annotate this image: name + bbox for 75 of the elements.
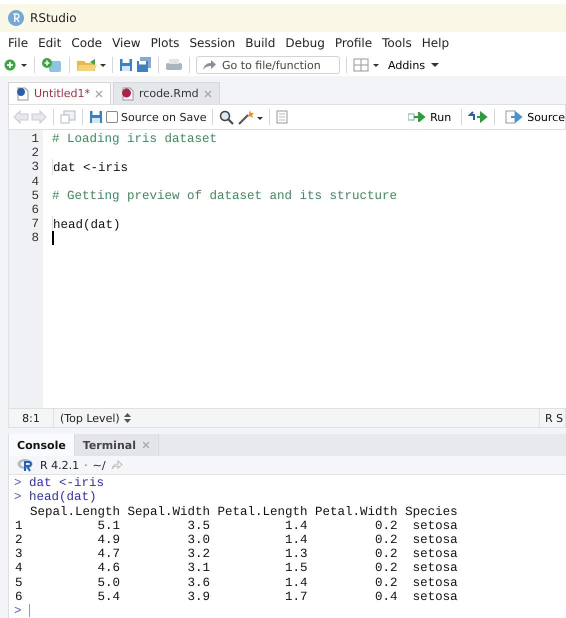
close-icon[interactable] [142,441,150,449]
magic-wand-icon[interactable] [237,109,264,125]
share-arrow-icon[interactable] [110,460,123,470]
menu-item[interactable]: Edit [34,36,66,50]
line-number: 7 [30,217,40,232]
line-number: 2 [30,146,40,160]
addins-button[interactable]: Addins [384,58,444,72]
working-directory: ~/ [92,458,106,472]
console-output: 1 5.1 3.5 1.4 0.2 setosa [14,518,458,533]
close-icon[interactable] [204,90,212,98]
r-version: R 4.2.1 [40,458,80,472]
source-on-save-checkbox[interactable]: Source on Save [106,110,206,124]
show-in-window-icon[interactable] [60,110,76,124]
menu-item[interactable]: Build [241,36,280,50]
console-prompt: > [13,490,23,504]
menu-item[interactable]: Session [185,36,240,50]
go-to-file-field[interactable]: Go to file/function [196,56,340,74]
cursor-position: 8:1 [9,409,54,427]
console-tab[interactable]: Terminal [74,434,159,456]
console-tab[interactable]: Console [9,434,75,456]
r-file-icon [16,86,29,100]
run-button[interactable]: Run [404,110,456,124]
console-output: 6 5.4 3.9 1.7 0.4 setosa [14,590,458,604]
menu-item[interactable]: Code [67,36,106,50]
save-icon[interactable] [119,58,133,72]
code-comment: # Loading iris dataset [52,132,218,146]
console-output: 2 4.9 3.0 1.4 0.2 setosa [14,532,458,547]
console-output: 3 4.7 3.2 1.3 0.2 setosa [14,547,458,562]
menu-item[interactable]: Help [418,36,454,50]
window-title: RStudio [30,11,77,25]
new-file-icon[interactable] [4,58,28,72]
menu-item[interactable]: Profile [330,36,376,50]
menu-item[interactable]: Debug [281,36,329,50]
console-command-text: head(dat) [29,490,97,504]
rmd-file-icon [121,86,134,100]
editor-tab[interactable]: rcode.Rmd [113,82,220,104]
document-outline-icon[interactable] [276,110,288,124]
console-prompt: > [13,476,23,490]
menu-item[interactable]: View [108,36,145,50]
rerun-icon[interactable] [468,111,488,123]
source-button[interactable]: Source [501,110,565,124]
line-number: 6 [30,203,40,218]
line-number: 5 [30,188,40,203]
open-folder-icon[interactable] [76,58,106,72]
menu-item[interactable]: File [4,36,32,50]
file-type-selector[interactable]: R S [539,409,565,427]
code-comment: # Getting preview of dataset and its structure [52,188,398,203]
menu-item[interactable]: Plots [146,36,184,50]
close-icon[interactable] [95,90,104,98]
console-prompt: > [13,604,23,618]
save-icon[interactable] [89,110,103,124]
pane-layout-icon[interactable] [353,58,381,72]
source-arrow-icon [505,110,524,124]
line-number: 8 [30,231,40,246]
print-icon[interactable] [165,58,183,72]
console-output: 4 4.6 3.1 1.5 0.2 setosa [14,561,458,576]
console-output: Sepal.Length Sepal.Width Petal.Length Petal.Width Species [29,504,458,519]
save-all-icon[interactable] [136,57,152,73]
search-icon[interactable] [219,110,234,124]
line-number: 1 [30,132,40,146]
separator-dot: · [84,458,88,472]
console-output: 5 5.0 3.6 1.4 0.2 setosa [14,576,458,590]
r-logo-icon [8,10,24,26]
run-arrow-icon [408,112,426,122]
scope-selector[interactable]: (Top Level) [54,412,131,424]
new-project-icon[interactable] [41,57,63,73]
arrow-icon [202,59,216,71]
menu-item[interactable]: Tools [378,36,416,50]
caret-icon [431,62,440,68]
line-number: 4 [30,174,40,189]
editor-tab[interactable]: Untitled1* [8,82,112,104]
line-number: 3 [30,160,40,174]
back-forward-arrows-icon[interactable] [13,110,47,124]
up-down-caret-icon [124,413,131,423]
console-command-text: dat <-iris [29,476,104,490]
